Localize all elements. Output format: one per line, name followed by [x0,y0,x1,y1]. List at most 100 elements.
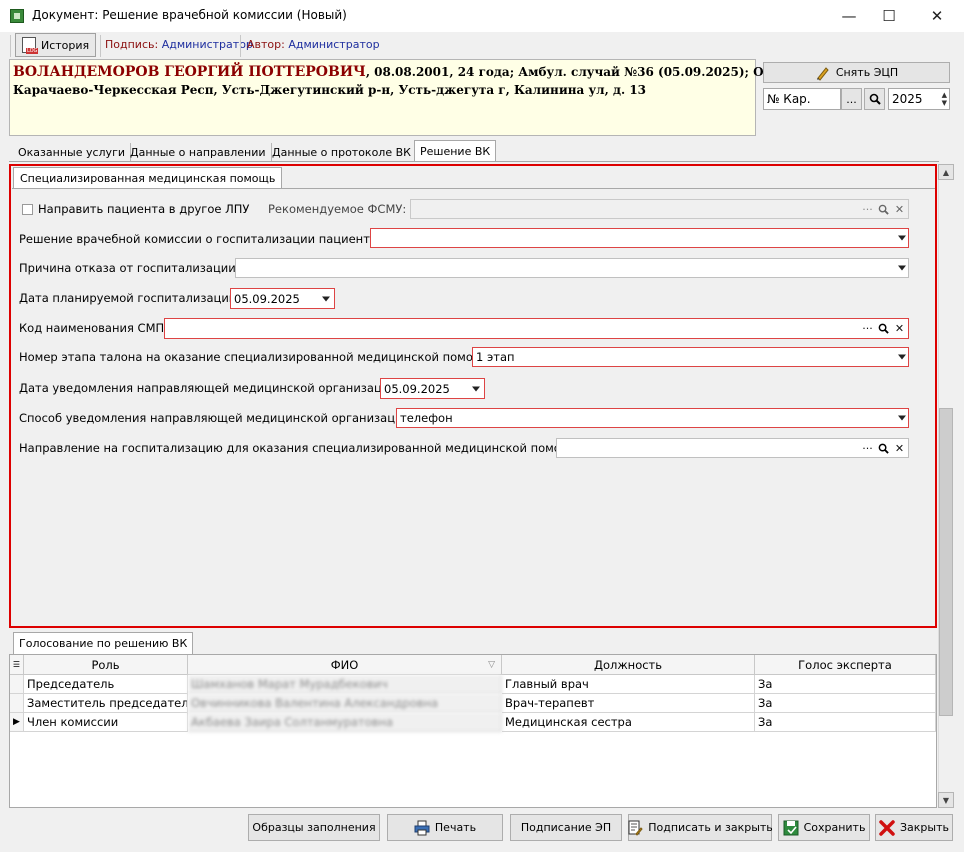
tab-vk-decision[interactable]: Решение ВК [414,140,497,162]
chevron-down-icon[interactable] [898,235,906,241]
cell-fio[interactable]: Акбаева Заира Солтанмуратовна [188,713,502,732]
cell-vote[interactable]: За [755,694,936,713]
row-indicator[interactable] [10,675,24,694]
year-spinner[interactable]: 2025 ▲ ▼ [888,88,950,110]
tab-referral-data[interactable]: Данные о направлении [125,143,272,162]
refusal-reason-label: Причина отказа от госпитализации: [19,261,240,275]
recommended-fsmu-field[interactable]: ··· ✕ [410,199,909,219]
remove-signature-label: Снять ЭЦП [835,66,899,79]
chevron-down-icon[interactable] [898,415,906,421]
cell-position[interactable]: Врач-терапевт [502,694,755,713]
grid-menu-icon[interactable]: ☰ [10,655,24,675]
cell-vote[interactable]: За [755,713,936,732]
stage-select[interactable]: 1 этап [472,347,909,367]
templates-button[interactable]: Образцы заполнения [248,814,380,841]
author-value: Администратор [288,38,380,51]
history-button[interactable]: История [15,33,96,57]
tabs-baseline [9,161,939,162]
tab-specialized-help[interactable]: Специализированная медицинская помощь [13,167,283,189]
notify-date-picker[interactable]: 05.09.2025 [380,378,485,399]
clear-icon[interactable]: ✕ [893,441,906,455]
print-button-label: Печать [434,821,477,834]
stage-value: 1 этап [476,350,515,364]
history-button-label: История [41,38,90,52]
ellipsis-icon[interactable]: ··· [861,441,874,455]
stage-label: Номер этапа талона на оказание специализ… [19,350,496,364]
scrollbar-thumb[interactable] [939,408,953,716]
cell-role[interactable]: Заместитель председателя [24,694,188,713]
patient-details: , 08.08.2001, 24 года; Амбул. случай №36… [365,65,787,79]
cell-vote[interactable]: За [755,675,936,694]
column-header-fio-label: ФИО [330,657,359,672]
patient-line-1: ВОЛАНДЕМОРОВ ГЕОРГИЙ ПОТТЕРОВИЧ, 08.08.2… [13,64,786,80]
spinner-arrows-icon[interactable]: ▲ ▼ [942,91,947,107]
notify-method-select[interactable]: телефон [396,408,909,428]
cell-fio[interactable]: Шамханов Марат Мурадбекович [188,675,502,694]
current-row-arrow-icon[interactable]: ▶ [10,713,24,732]
tab-voting[interactable]: Голосование по решению ВК [13,632,194,654]
planned-date-value: 05.09.2025 [234,291,300,306]
print-button[interactable]: Печать [387,814,503,841]
year-value: 2025 [892,92,923,106]
save-button[interactable]: Сохранить [778,814,870,841]
app-document-icon [10,9,24,23]
refer-other-lpu-checkbox[interactable] [22,204,33,215]
toolbar-separator [100,35,101,57]
column-header-vote[interactable]: Голос эксперта [755,655,936,675]
chevron-down-icon[interactable] [898,265,906,271]
referral-field[interactable]: ··· ✕ [556,438,909,458]
column-header-fio[interactable]: ФИО ▽ [188,655,502,675]
scroll-down-icon[interactable]: ▼ [938,792,954,808]
sign-and-close-button[interactable]: Подписать и закрыть [628,814,773,841]
search-icon[interactable] [877,441,890,455]
remove-signature-icon [816,66,829,81]
search-icon[interactable] [877,202,890,216]
sign-ep-button[interactable]: Подписание ЭП [510,814,622,841]
chevron-down-icon[interactable] [322,296,330,301]
referral-label: Направление на госпитализацию для оказан… [19,441,584,455]
cell-position[interactable]: Медицинская сестра [502,713,755,732]
save-button-label: Сохранить [803,821,866,834]
chevron-down-icon[interactable] [472,386,480,391]
section-tab-baseline [12,188,935,189]
author-label: Автор: [247,38,285,51]
signature-label: Подпись: [105,38,159,51]
hospitalization-decision-select[interactable] [370,228,909,248]
cell-position[interactable]: Главный врач [502,675,755,694]
tab-vk-protocol[interactable]: Данные о протоколе ВК [267,143,417,162]
column-header-role[interactable]: Роль [24,655,188,675]
clear-icon[interactable]: ✕ [893,202,906,216]
close-button[interactable]: Закрыть [875,814,953,841]
history-log-icon [22,37,39,54]
cell-role[interactable]: Председатель [24,675,188,694]
scroll-up-icon[interactable]: ▲ [938,164,954,180]
card-search-button[interactable] [864,88,885,110]
close-window-button[interactable]: ✕ [914,0,960,32]
card-number-input[interactable]: № Кар. [763,88,841,110]
chevron-down-icon[interactable] [898,354,906,360]
ellipsis-icon[interactable]: ··· [861,322,874,336]
maximize-button[interactable]: ☐ [866,0,912,32]
patient-address: Карачаево-Черкесская Респ, Усть-Джегутин… [13,83,647,97]
ellipsis-icon[interactable]: ··· [861,202,874,216]
search-icon[interactable] [877,322,890,336]
smp-code-label: Код наименования СМП: [19,321,169,335]
card-browse-button[interactable]: ... [841,88,862,110]
cell-fio[interactable]: Овчинникова Валентина Александровна [188,694,502,713]
close-red-x-icon [879,819,895,836]
smp-code-field[interactable]: ··· ✕ [164,318,909,339]
remove-signature-button[interactable]: Снять ЭЦП [763,62,950,83]
row-indicator[interactable] [10,694,24,713]
planned-date-picker[interactable]: 05.09.2025 [230,288,335,309]
filter-icon[interactable]: ▽ [488,660,495,670]
notify-date-label: Дата уведомления направляющей медицинско… [19,381,401,395]
cell-role[interactable]: Член комиссии [24,713,188,732]
smp-field-icons: ··· ✕ [861,319,906,338]
refusal-reason-select[interactable] [235,258,909,278]
recommended-fsmu-label: Рекомендуемое ФСМУ: [268,202,407,216]
planned-date-label: Дата планируемой госпитализации: [19,291,241,305]
tab-services[interactable]: Оказанные услуги [13,143,131,162]
column-header-position[interactable]: Должность [502,655,755,675]
notify-method-label: Способ уведомления направляющей медицинс… [19,411,414,425]
clear-icon[interactable]: ✕ [893,322,906,336]
